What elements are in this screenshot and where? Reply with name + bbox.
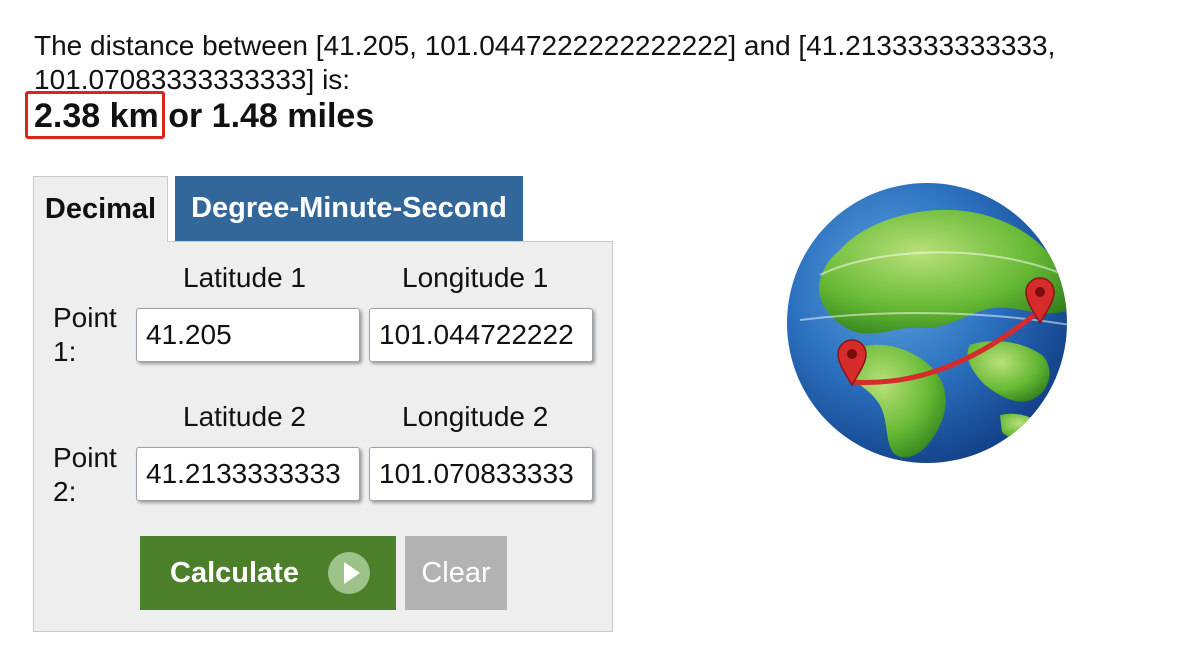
latitude-1-header: Latitude 1 bbox=[183, 262, 306, 293]
point-1-label: Point 1: bbox=[53, 302, 117, 367]
tab-degree-minute-second[interactable]: Degree-Minute-Second bbox=[175, 176, 523, 242]
longitude-1-header: Longitude 1 bbox=[402, 262, 549, 293]
longitude-2-header: Longitude 2 bbox=[402, 401, 549, 432]
latitude-1-input[interactable] bbox=[136, 308, 360, 362]
calculate-label: Calculate bbox=[170, 557, 299, 589]
tab-decimal[interactable]: Decimal bbox=[33, 176, 168, 242]
globe-with-route-icon bbox=[787, 183, 1067, 463]
longitude-1-input[interactable] bbox=[369, 308, 593, 362]
point-2-label: Point 2: bbox=[53, 442, 117, 507]
clear-button[interactable]: Clear bbox=[405, 536, 507, 610]
calculate-button[interactable]: Calculate bbox=[140, 536, 396, 610]
result-sentence: The distance between [41.205, 101.044722… bbox=[34, 30, 1056, 95]
distance-miles: or 1.48 miles bbox=[168, 97, 375, 135]
latitude-2-header: Latitude 2 bbox=[183, 401, 306, 432]
latitude-2-input[interactable] bbox=[136, 447, 360, 501]
play-circle-icon bbox=[328, 552, 370, 594]
calculator-panel: Latitude 1 Longitude 1 Point 1: Latitude… bbox=[33, 241, 613, 632]
highlight-box bbox=[25, 91, 165, 139]
longitude-2-input[interactable] bbox=[369, 447, 593, 501]
